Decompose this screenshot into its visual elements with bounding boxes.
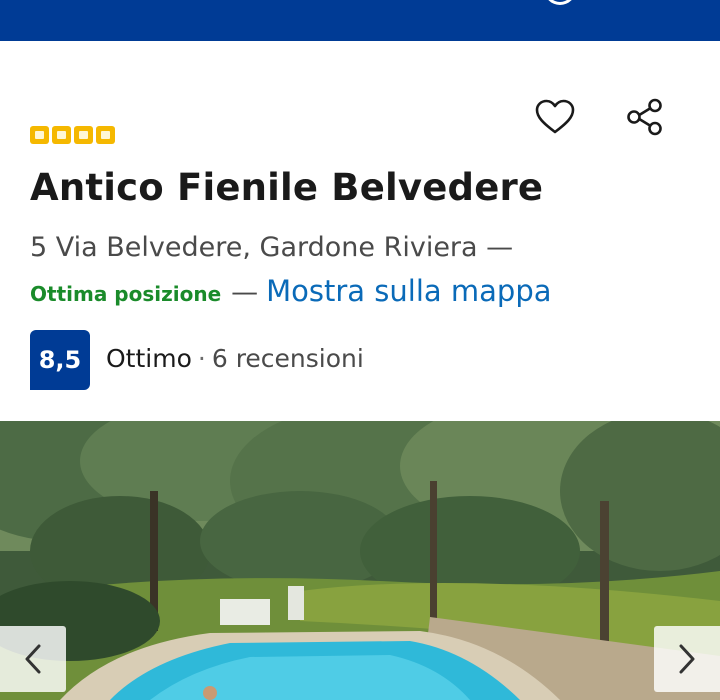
location-line: Ottima posizione — Mostra sulla mappa [30, 274, 552, 308]
chevron-left-icon [25, 644, 41, 674]
show-on-map-link[interactable]: Mostra sulla mappa [266, 274, 551, 308]
property-address: 5 Via Belvedere, Gardone Riviera — [30, 232, 514, 263]
location-separator: — [231, 277, 259, 308]
location-score-label: Ottima posizione [30, 282, 222, 306]
review-score-word: Ottimo [106, 344, 192, 373]
review-summary[interactable]: Ottimo · 6 recensioni [106, 344, 364, 373]
property-title: Antico Fienile Belvedere [30, 166, 544, 209]
gallery-next-button[interactable] [654, 626, 720, 692]
review-separator: · [197, 344, 206, 373]
favorite-heart-icon[interactable] [532, 95, 578, 139]
star-icon [74, 126, 93, 144]
property-photo[interactable] [0, 421, 720, 700]
account-icon[interactable] [544, 0, 576, 5]
star-icon [30, 126, 49, 144]
star-rating [30, 126, 115, 144]
gallery-prev-button[interactable] [0, 626, 66, 692]
star-icon [52, 126, 71, 144]
chevron-right-icon [679, 644, 695, 674]
app-header-bar [0, 0, 720, 41]
review-score-badge[interactable]: 8,5 [30, 330, 90, 390]
share-icon[interactable] [622, 95, 668, 139]
star-icon [96, 126, 115, 144]
review-count[interactable]: 6 recensioni [212, 344, 364, 373]
